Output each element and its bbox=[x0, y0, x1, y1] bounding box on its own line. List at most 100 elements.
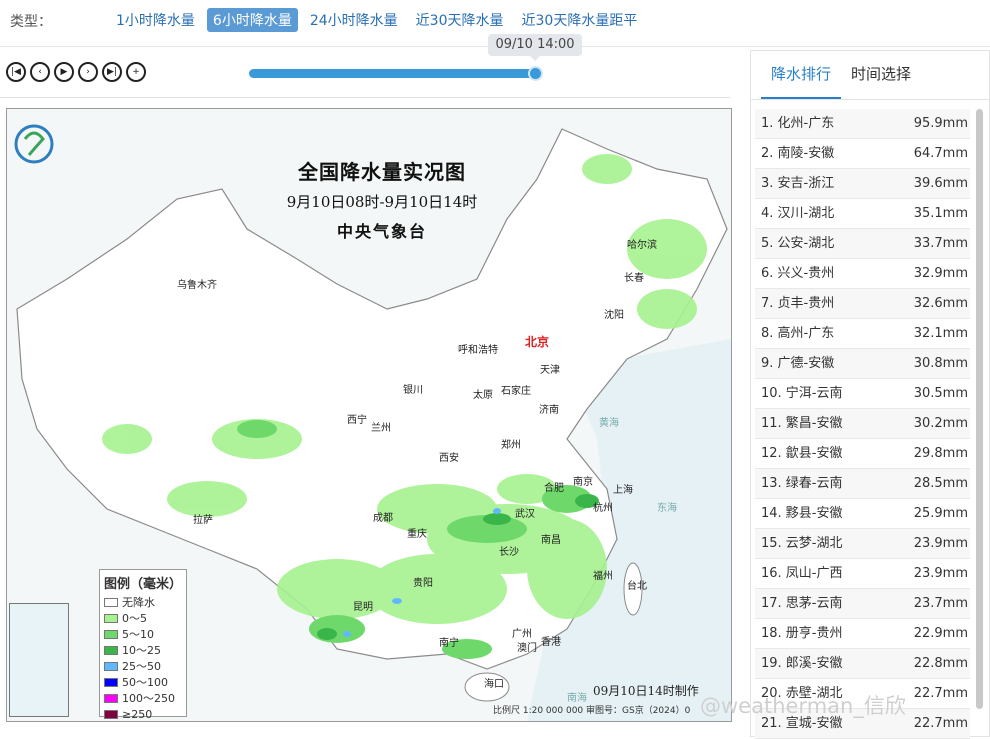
city-label: 乌鲁木齐 bbox=[177, 280, 217, 291]
list-item[interactable]: 18. 册亨-贵州 22.9mm bbox=[755, 619, 970, 649]
capital-label: 北京 bbox=[525, 335, 550, 349]
city-label: 福州 bbox=[593, 571, 613, 582]
last-frame-icon[interactable]: ▶| bbox=[102, 62, 122, 82]
list-item[interactable]: 14. 黟县-安徽 25.9mm bbox=[755, 499, 970, 529]
list-item[interactable]: 1. 化州-广东 95.9mm bbox=[755, 109, 970, 139]
map-scale: 比例尺 1:20 000 000 审图号：GS京（2024）0 bbox=[493, 706, 691, 716]
divider bbox=[0, 97, 730, 98]
scrollbar[interactable] bbox=[976, 109, 983, 709]
city-label: 澳门 bbox=[517, 643, 537, 654]
city-label: 太原 bbox=[473, 390, 493, 401]
ranking-list: 1. 化州-广东 95.9mm 2. 南陵-安徽 64.7mm 3. 安吉-浙江 39… bbox=[755, 109, 970, 739]
city-label: 呼和浩特 bbox=[458, 345, 498, 356]
ranking-sidebar: 降水排行 时间选择 1. 化州-广东 95.9mm 2. 南陵-安徽 64.7mm … bbox=[750, 50, 990, 739]
timeline-handle[interactable] bbox=[528, 66, 543, 81]
sidebar-tabs: 降水排行 时间选择 bbox=[761, 51, 921, 100]
list-item[interactable]: 10. 宁洱-云南 30.5mm bbox=[755, 379, 970, 409]
city-label: 郑州 bbox=[501, 440, 521, 451]
map-agency: 中央气象台 bbox=[336, 222, 427, 241]
city-label: 合肥 bbox=[544, 483, 564, 494]
city-label: 长沙 bbox=[499, 547, 519, 558]
sea-label: 南海 bbox=[567, 693, 587, 704]
legend-item: 50～100 bbox=[104, 674, 182, 690]
tab-1h-precip[interactable]: 1小时降水量 bbox=[110, 8, 201, 32]
play-icon[interactable]: ▶ bbox=[54, 62, 74, 82]
legend-item: 无降水 bbox=[104, 594, 182, 610]
first-frame-icon[interactable]: |◀ bbox=[6, 62, 26, 82]
list-item[interactable]: 19. 郎溪-安徽 22.8mm bbox=[755, 649, 970, 679]
city-label: 哈尔滨 bbox=[627, 240, 657, 251]
city-label: 拉萨 bbox=[193, 515, 213, 526]
zoom-in-icon[interactable]: + bbox=[126, 62, 146, 82]
legend-item: 25～50 bbox=[104, 658, 182, 674]
type-tabs: 1小时降水量 6小时降水量 24小时降水量 近30天降水量 近30天降水量距平 bbox=[110, 8, 643, 32]
city-label: 海口 bbox=[484, 679, 504, 690]
map-title-block: 全国降水量实况图 9月10日08时-9月10日14时 中央气象台 bbox=[267, 156, 497, 242]
city-label: 成都 bbox=[373, 513, 393, 524]
map-title: 全国降水量实况图 bbox=[298, 160, 466, 184]
made-time: 09月10日14时制作 bbox=[593, 684, 699, 698]
city-label: 香港 bbox=[541, 637, 561, 648]
next-icon[interactable]: › bbox=[78, 62, 98, 82]
legend-item: 100～250 bbox=[104, 690, 182, 706]
list-item[interactable]: 3. 安吉-浙江 39.6mm bbox=[755, 169, 970, 199]
list-item[interactable]: 12. 歙县-安徽 29.8mm bbox=[755, 439, 970, 469]
sea-label: 东海 bbox=[657, 503, 677, 514]
time-tooltip: 09/10 14:00 bbox=[488, 34, 582, 61]
legend-item: ≥250 bbox=[104, 706, 182, 721]
watermark: @weatherman_信欣 bbox=[700, 694, 906, 718]
list-item[interactable]: 5. 公安-湖北 33.7mm bbox=[755, 229, 970, 259]
city-label: 石家庄 bbox=[501, 386, 531, 397]
city-label: 南宁 bbox=[439, 638, 459, 649]
city-label: 南昌 bbox=[541, 535, 561, 546]
map-legend: 图例（毫米） 无降水 0～5 5～10 10～25 25～50 50～100 1… bbox=[99, 569, 187, 721]
tab-30d-anomaly[interactable]: 近30天降水量距平 bbox=[516, 8, 644, 32]
timeline-slider[interactable] bbox=[249, 69, 537, 78]
tab-24h-precip[interactable]: 24小时降水量 bbox=[304, 8, 404, 32]
city-label: 银川 bbox=[403, 385, 423, 396]
city-label: 上海 bbox=[613, 485, 633, 496]
prev-icon[interactable]: ‹ bbox=[30, 62, 50, 82]
sidebar-divider bbox=[751, 99, 989, 100]
city-label: 杭州 bbox=[593, 503, 613, 514]
list-item[interactable]: 4. 汉川-湖北 35.1mm bbox=[755, 199, 970, 229]
player-controls: |◀ ‹ ▶ › ▶| + bbox=[6, 62, 146, 82]
city-label: 沈阳 bbox=[604, 310, 624, 321]
city-label: 济南 bbox=[539, 405, 559, 416]
city-label: 武汉 bbox=[515, 509, 535, 520]
list-item[interactable]: 16. 凤山-广西 23.9mm bbox=[755, 559, 970, 589]
list-item[interactable]: 7. 贞丰-贵州 32.6mm bbox=[755, 289, 970, 319]
legend-item: 10～25 bbox=[104, 642, 182, 658]
list-item[interactable]: 6. 兴义-贵州 32.9mm bbox=[755, 259, 970, 289]
city-label: 南京 bbox=[573, 477, 593, 488]
tab-30d-precip[interactable]: 近30天降水量 bbox=[410, 8, 510, 32]
south-china-sea-inset bbox=[9, 603, 69, 717]
list-item[interactable]: 17. 思茅-云南 23.7mm bbox=[755, 589, 970, 619]
list-item[interactable]: 9. 广德-安徽 30.8mm bbox=[755, 349, 970, 379]
city-label: 昆明 bbox=[353, 602, 373, 613]
city-label: 广州 bbox=[512, 629, 532, 640]
city-label: 兰州 bbox=[371, 423, 391, 434]
legend-title: 图例（毫米） bbox=[104, 577, 183, 592]
city-label: 西安 bbox=[439, 453, 459, 464]
legend-item: 5～10 bbox=[104, 626, 182, 642]
city-label: 重庆 bbox=[407, 529, 427, 540]
tab-precip-ranking[interactable]: 降水排行 bbox=[761, 51, 842, 100]
city-label: 天津 bbox=[540, 365, 560, 376]
city-label: 西宁 bbox=[347, 415, 367, 426]
sea-label: 黄海 bbox=[599, 418, 619, 429]
precipitation-map[interactable]: 全国降水量实况图 9月10日08时-9月10日14时 中央气象台 乌鲁木齐 哈尔… bbox=[6, 108, 732, 722]
city-label: 台北 bbox=[627, 581, 647, 592]
list-item[interactable]: 8. 高州-广东 32.1mm bbox=[755, 319, 970, 349]
list-item[interactable]: 13. 绿春-云南 28.5mm bbox=[755, 469, 970, 499]
tab-time-select[interactable]: 时间选择 bbox=[841, 51, 921, 97]
city-label: 贵阳 bbox=[413, 578, 433, 589]
tab-6h-precip[interactable]: 6小时降水量 bbox=[206, 8, 298, 32]
city-label: 长春 bbox=[624, 273, 644, 284]
list-item[interactable]: 2. 南陵-安徽 64.7mm bbox=[755, 139, 970, 169]
list-item[interactable]: 11. 繁昌-安徽 30.2mm bbox=[755, 409, 970, 439]
list-item[interactable]: 15. 云梦-湖北 23.9mm bbox=[755, 529, 970, 559]
map-period: 9月10日08时-9月10日14时 bbox=[286, 193, 478, 211]
legend-item: 0～5 bbox=[104, 610, 182, 626]
type-label: 类型： bbox=[10, 14, 52, 30]
